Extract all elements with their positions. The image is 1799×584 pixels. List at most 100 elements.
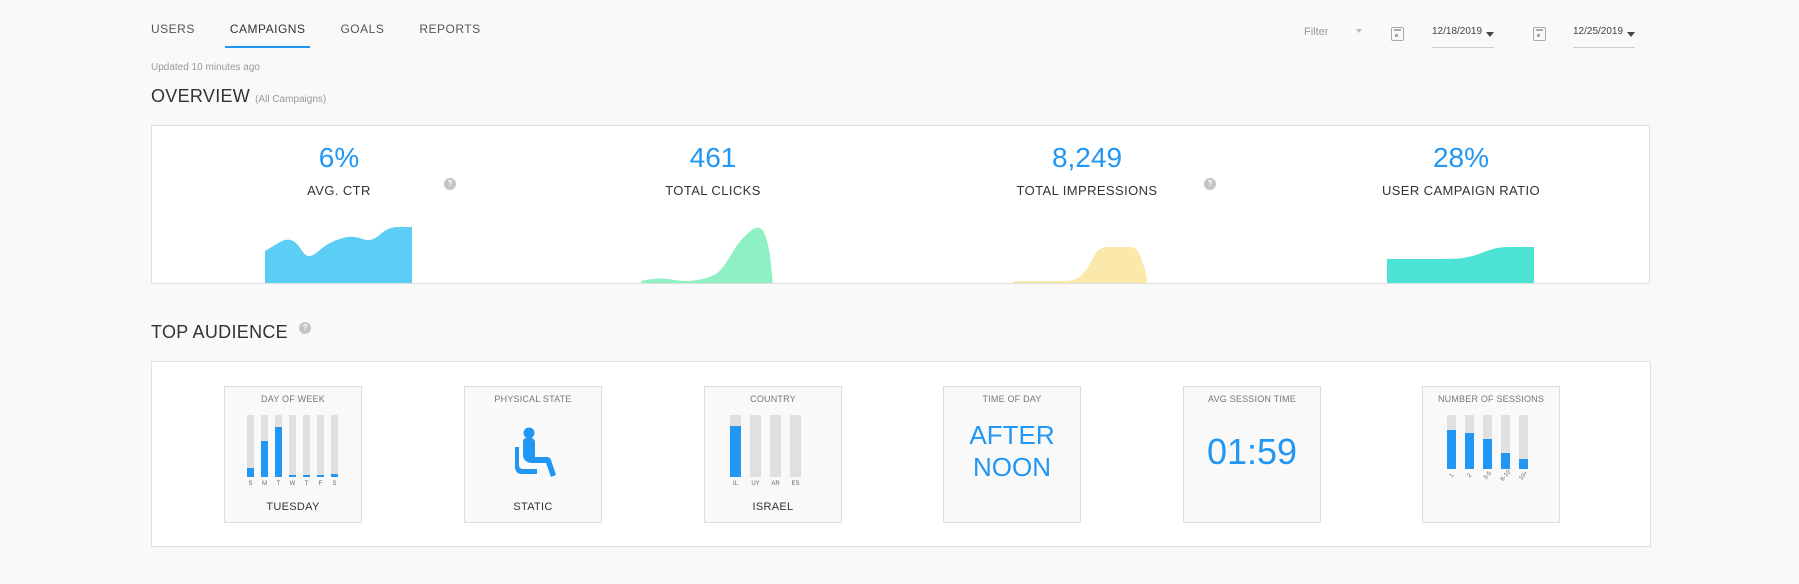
impressions-sparkline: [1013, 247, 1148, 283]
bar-fill: [289, 475, 296, 477]
overview-subtitle: (All Campaigns): [255, 94, 327, 105]
bar-tick-label: S: [248, 481, 253, 487]
bar-tick-label: IL: [732, 481, 738, 487]
card-title: PHYSICAL STATE: [494, 394, 572, 404]
bar-track: [261, 415, 268, 477]
card-title: COUNTRY: [750, 394, 796, 404]
metric-label: AVG. CTR: [307, 183, 371, 198]
metric-user-campaign-ratio: 28% USER CAMPAIGN RATIO ?: [1274, 126, 1648, 283]
bar-tick-label: 1: [1448, 472, 1455, 480]
card-avg-session-time: AVG SESSION TIME 01:59: [1183, 386, 1321, 523]
top-nav: USERS CAMPAIGNS GOALS REPORTS: [151, 0, 516, 48]
card-title: NUMBER OF SESSIONS: [1437, 394, 1545, 404]
bar-tick-label: S: [332, 481, 337, 487]
clicks-area: [641, 227, 773, 283]
clicks-sparkline: [641, 227, 773, 283]
filter-placeholder: Filter: [1304, 26, 1329, 38]
card-country: COUNTRY IL UY AR ES ISRAEL: [704, 386, 842, 523]
bar-track: [730, 415, 741, 477]
time-of-day-line-1: AFTER: [969, 420, 1055, 450]
ratio-area: [1387, 247, 1534, 283]
bar-track: [1447, 415, 1456, 469]
metric-value: 461: [689, 142, 737, 173]
card-number-of-sessions: NUMBER OF SESSIONS 1 2 3-5 6-10 10+: [1422, 386, 1560, 523]
metric-label: TOTAL CLICKS: [665, 183, 761, 198]
bar-tick-label: M: [262, 481, 267, 487]
metric-value: 8,249: [1051, 142, 1123, 173]
overview-panel: 6% AVG. CTR ? 461 TOTAL CLICKS ? 8,249 T…: [151, 125, 1650, 284]
bar-track: [331, 415, 338, 477]
overview-title: OVERVIEW: [151, 86, 251, 106]
filter-dropdown[interactable]: Filter: [1304, 26, 1394, 46]
card-caption: ISRAEL: [752, 501, 794, 513]
metric-avg-ctr: 6% AVG. CTR ?: [152, 126, 526, 283]
bar-tick-label: 3-5: [1482, 470, 1493, 482]
card-physical-state: PHYSICAL STATE STATIC: [464, 386, 602, 523]
card-time-of-day: TIME OF DAY AFTER NOON: [943, 386, 1081, 523]
bar-fill: [317, 475, 324, 477]
metric-label: USER CAMPAIGN RATIO: [1381, 183, 1541, 198]
card-title: DAY OF WEEK: [261, 394, 325, 404]
metric-total-impressions: 8,249 TOTAL IMPRESSIONS ?: [900, 126, 1274, 283]
country-chart: IL UY AR ES: [730, 415, 820, 487]
tab-users[interactable]: USERS: [151, 0, 195, 48]
bar-track: [247, 415, 254, 477]
bar-fill: [303, 475, 310, 477]
tab-goals[interactable]: GOALS: [340, 0, 384, 48]
ctr-area: [265, 227, 412, 283]
bar-tick-label: F: [318, 481, 323, 487]
bar-fill: [1501, 453, 1510, 469]
top-audience-panel: DAY OF WEEK S M T W T F S TUESDAY PHYSICAL STA…: [151, 361, 1651, 547]
bar-fill: [1519, 459, 1528, 469]
bar-tick-label: 10+: [1517, 470, 1530, 482]
end-date-value: 12/25/2019: [1573, 26, 1624, 37]
bar-track: [317, 415, 324, 477]
updated-status: Updated 10 minutes ago: [151, 62, 260, 73]
bar-track: [1483, 415, 1492, 469]
ctr-sparkline: [265, 227, 412, 283]
seated-person-icon: [515, 427, 556, 477]
caret-down-icon: [1486, 32, 1495, 37]
caret-down-icon: [1627, 32, 1636, 37]
bar-tick-label: T: [304, 481, 309, 487]
card-caption: TUESDAY: [266, 501, 320, 513]
card-title: TIME OF DAY: [982, 394, 1042, 404]
tab-campaigns[interactable]: CAMPAIGNS: [224, 0, 311, 48]
top-audience-title: TOP AUDIENCE: [151, 322, 288, 342]
tab-reports[interactable]: REPORTS: [419, 0, 480, 48]
start-date-picker[interactable]: 12/18/2019: [1432, 26, 1495, 48]
bar-track: [1465, 415, 1474, 469]
bar-tick-label: AR: [771, 481, 780, 487]
help-icon[interactable]: ?: [444, 178, 456, 190]
metric-total-clicks: 461 TOTAL CLICKS ?: [526, 126, 1216, 283]
chevron-down-icon: [1356, 29, 1362, 33]
calendar-icon[interactable]: [1391, 27, 1404, 41]
start-date-value: 12/18/2019: [1432, 26, 1483, 37]
day-of-week-chart: SMTWTFS: [247, 415, 341, 487]
bar-track: [790, 415, 801, 477]
help-icon[interactable]: ?: [299, 322, 312, 334]
impressions-area: [1013, 247, 1148, 283]
bar-tick-label: T: [276, 481, 281, 487]
metric-value: 28%: [1432, 142, 1490, 173]
bar-fill: [331, 474, 338, 477]
bar-track: [1501, 415, 1510, 469]
metric-value: 6%: [318, 142, 360, 173]
bar-track: [275, 415, 282, 477]
time-of-day-line-2: NOON: [973, 452, 1051, 482]
metric-label: TOTAL IMPRESSIONS: [1016, 183, 1158, 198]
bar-track: [750, 415, 761, 477]
end-date-picker[interactable]: 12/25/2019: [1573, 26, 1636, 48]
top-audience-heading: TOP AUDIENCE ?: [151, 322, 312, 343]
bar-fill: [275, 427, 282, 477]
bar-fill: [1465, 433, 1474, 469]
calendar-icon[interactable]: [1533, 27, 1546, 41]
card-title: AVG SESSION TIME: [1208, 394, 1296, 404]
bar-tick-label: ES: [791, 481, 800, 487]
bar-tick-label: 6-10: [1499, 469, 1512, 483]
avg-session-time-value: 01:59: [1206, 431, 1298, 472]
card-day-of-week: DAY OF WEEK S M T W T F S TUESDAY: [224, 386, 362, 523]
bar-fill: [1483, 439, 1492, 469]
card-caption: STATIC: [513, 501, 553, 513]
bar-track: [770, 415, 781, 477]
